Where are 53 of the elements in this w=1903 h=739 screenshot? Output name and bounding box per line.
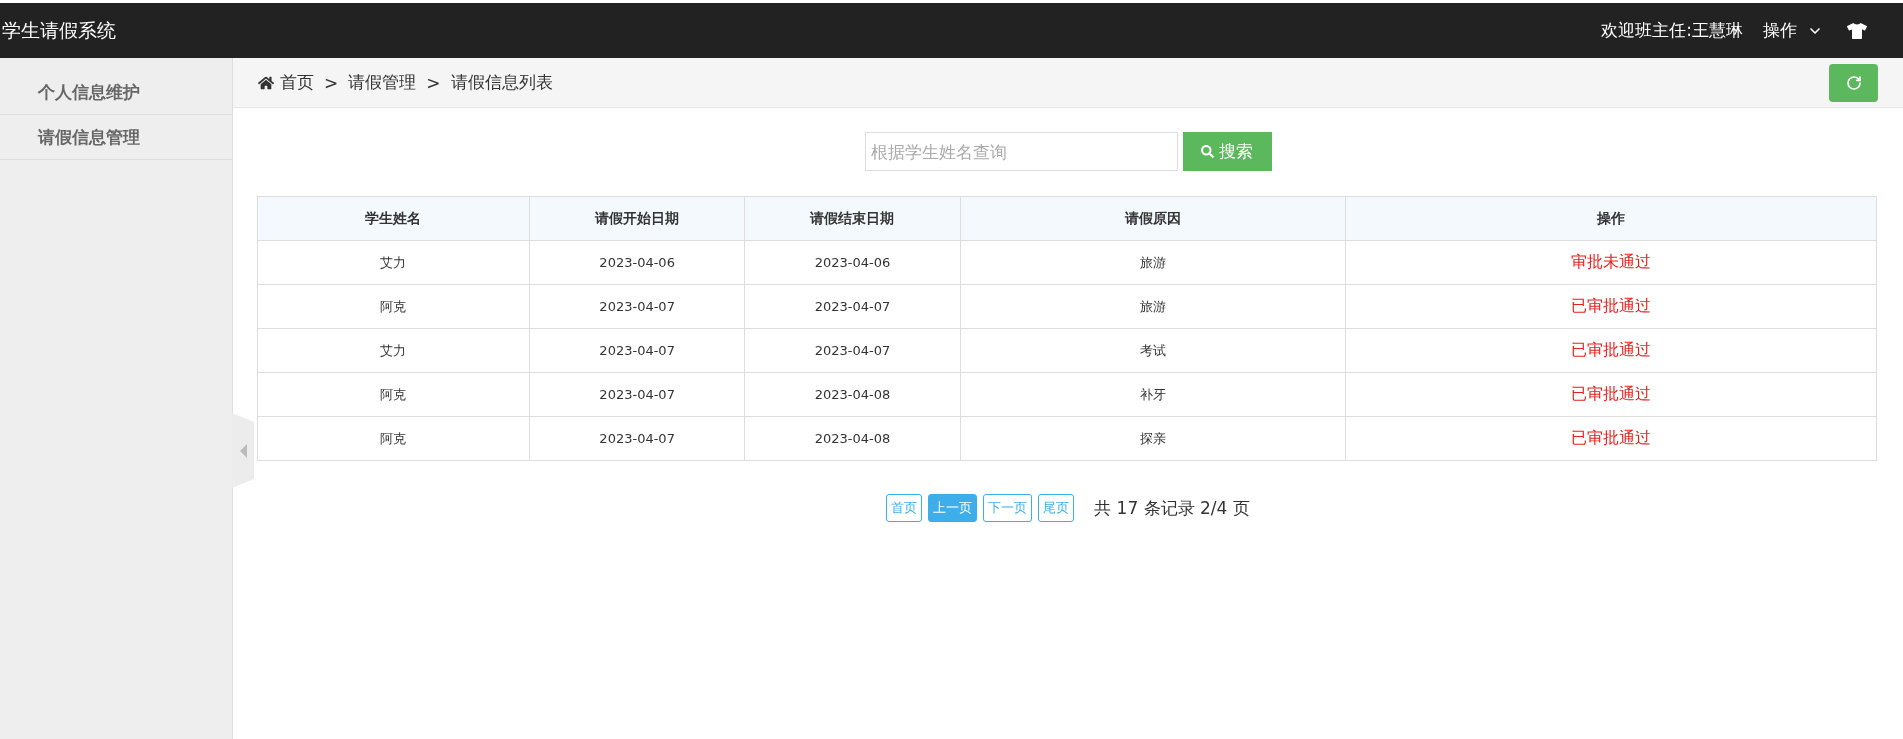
table-cell: 2023-04-07 bbox=[529, 328, 745, 373]
sidebar-item[interactable]: 个人信息维护 bbox=[0, 70, 232, 115]
t-shirt-icon[interactable] bbox=[1847, 20, 1867, 41]
breadcrumb-separator: > bbox=[426, 72, 441, 93]
column-header: 请假结束日期 bbox=[744, 196, 961, 241]
approval-status: 已审批通过 bbox=[1345, 372, 1877, 417]
table-cell: 考试 bbox=[960, 328, 1346, 373]
approval-status: 已审批通过 bbox=[1345, 416, 1877, 461]
breadcrumb-separator: > bbox=[324, 72, 339, 93]
column-header: 请假开始日期 bbox=[529, 196, 745, 241]
table-cell: 阿克 bbox=[257, 284, 530, 329]
page-button[interactable]: 下一页 bbox=[983, 494, 1033, 522]
page-button[interactable]: 首页 bbox=[886, 494, 923, 522]
table-cell: 2023-04-07 bbox=[529, 284, 745, 329]
table-cell: 2023-04-07 bbox=[744, 328, 961, 373]
approval-status: 审批未通过 bbox=[1345, 240, 1877, 285]
table-cell: 2023-04-07 bbox=[529, 416, 745, 461]
home-icon bbox=[258, 74, 274, 91]
search-field[interactable]: 根据学生姓名查询 bbox=[864, 132, 1178, 171]
approval-status: 已审批通过 bbox=[1345, 328, 1877, 373]
operations-menu[interactable]: 操作 bbox=[1763, 19, 1823, 42]
table-cell: 2023-04-07 bbox=[744, 284, 961, 329]
table-cell: 补牙 bbox=[960, 372, 1346, 417]
table-cell: 旅游 bbox=[960, 284, 1346, 329]
column-header: 操作 bbox=[1345, 196, 1877, 241]
table-cell: 探亲 bbox=[960, 416, 1346, 461]
breadcrumb-link[interactable]: 请假信息列表 bbox=[450, 71, 553, 94]
table-cell: 2023-04-06 bbox=[529, 240, 745, 285]
search-button[interactable]: 搜索 bbox=[1182, 132, 1272, 171]
page-button[interactable]: 尾页 bbox=[1038, 494, 1075, 522]
table-cell: 2023-04-08 bbox=[744, 372, 961, 417]
refresh-button[interactable] bbox=[1829, 63, 1878, 102]
app-title: 学生请假系统 bbox=[2, 17, 116, 43]
page-summary: 共 17 条记录 2/4 页 bbox=[1094, 496, 1250, 520]
refresh-icon bbox=[1845, 74, 1862, 91]
table-cell: 旅游 bbox=[960, 240, 1346, 285]
page-button[interactable]: 上一页 bbox=[928, 494, 978, 522]
table-cell: 阿克 bbox=[257, 372, 530, 417]
table-cell: 阿克 bbox=[257, 416, 530, 461]
table-cell: 2023-04-08 bbox=[744, 416, 961, 461]
table-cell: 2023-04-06 bbox=[744, 240, 961, 285]
column-header: 请假原因 bbox=[960, 196, 1346, 241]
welcome-text: 欢迎班主任:王慧琳 bbox=[1601, 19, 1743, 42]
approval-status: 已审批通过 bbox=[1345, 284, 1877, 329]
triangle-left-icon bbox=[239, 443, 247, 458]
breadcrumb-link[interactable]: 首页 bbox=[258, 71, 314, 94]
column-header: 学生姓名 bbox=[257, 196, 530, 241]
table-cell: 2023-04-07 bbox=[529, 372, 745, 417]
breadcrumb-link[interactable]: 请假管理 bbox=[348, 71, 417, 94]
sidebar-item[interactable]: 请假信息管理 bbox=[0, 115, 232, 160]
search-icon bbox=[1201, 145, 1214, 158]
table-cell: 艾力 bbox=[257, 240, 530, 285]
table-cell: 艾力 bbox=[257, 328, 530, 373]
